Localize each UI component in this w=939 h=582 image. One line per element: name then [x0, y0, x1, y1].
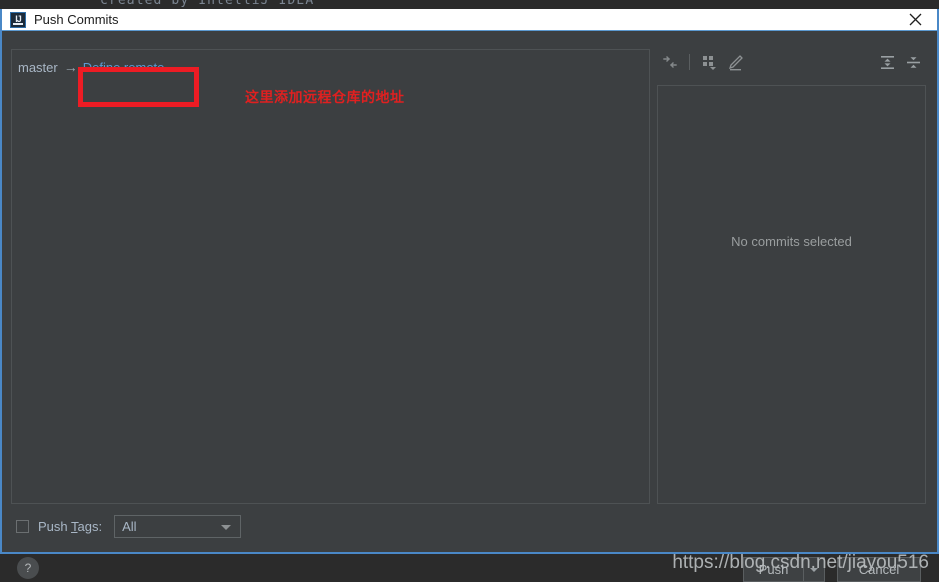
show-diff-button[interactable]	[657, 50, 683, 74]
commits-list-panel[interactable]: master → Define remote	[11, 49, 650, 504]
show-diff-icon	[663, 56, 677, 68]
branch-row: master → Define remote	[12, 50, 649, 84]
no-commits-message: No commits selected	[731, 234, 852, 249]
chevron-down-icon	[221, 524, 232, 530]
dialog-body: master → Define remote 这里添加远程仓库的地址 No co…	[2, 31, 937, 582]
footer-buttons: Push Cancel	[743, 557, 921, 582]
local-branch-label: master	[18, 59, 58, 75]
push-tags-checkbox[interactable]	[16, 520, 29, 533]
commit-details-panel: No commits selected	[657, 85, 926, 504]
push-commits-window: IJ Push Commits master → Define remote 这…	[0, 9, 939, 582]
push-tags-label-pre: Push	[38, 519, 72, 534]
push-button[interactable]: Push	[743, 557, 803, 582]
cancel-button[interactable]: Cancel	[837, 557, 921, 582]
help-icon: ?	[24, 561, 32, 575]
close-icon	[909, 13, 921, 26]
titlebar: IJ Push Commits	[2, 9, 937, 31]
define-remote-link[interactable]: Define remote	[83, 60, 165, 75]
group-by-button[interactable]	[696, 50, 722, 74]
help-button[interactable]: ?	[17, 557, 39, 579]
intellij-idea-icon: IJ	[10, 11, 26, 28]
collapse-all-button[interactable]	[900, 50, 926, 74]
edit-icon	[728, 54, 743, 70]
push-options-dropdown-button[interactable]	[803, 557, 825, 582]
close-button[interactable]	[893, 9, 937, 30]
tags-mode-dropdown[interactable]: All	[114, 515, 242, 538]
group-by-icon	[702, 55, 716, 70]
intellij-idea-icon-underline	[13, 22, 23, 25]
expand-all-icon	[880, 55, 894, 69]
backdrop-ghost-text: created by IntelliJ IDEA	[100, 0, 315, 8]
push-commits-dialog-screen: created by IntelliJ IDEA IJ Push Commits…	[0, 0, 939, 582]
ide-backdrop: created by IntelliJ IDEA	[0, 0, 939, 9]
annotation-text: 这里添加远程仓库的地址	[245, 90, 405, 106]
toolbar-separator	[689, 54, 690, 70]
expand-all-button[interactable]	[874, 50, 900, 74]
arrow-right-icon: →	[63, 59, 78, 75]
tags-mode-value: All	[122, 519, 137, 534]
collapse-all-icon	[906, 56, 920, 68]
details-toolbar	[657, 49, 926, 75]
edit-button[interactable]	[722, 50, 748, 74]
push-options-row: Push Tags: All	[16, 515, 242, 538]
push-tags-label: Push Tags:	[38, 519, 102, 534]
window-title: Push Commits	[34, 12, 119, 27]
push-tags-label-post: ags:	[77, 519, 103, 534]
